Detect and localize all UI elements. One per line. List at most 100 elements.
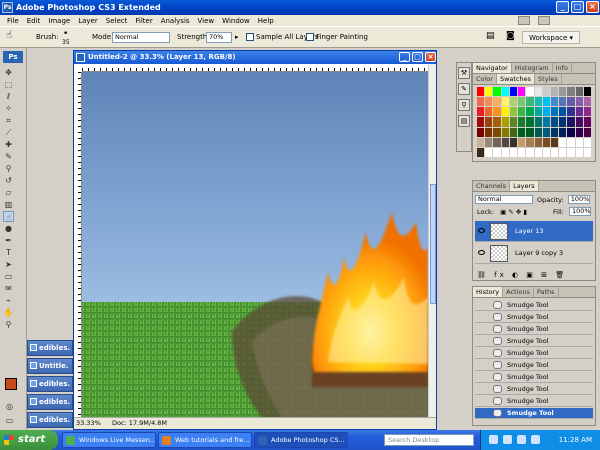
marquee-tool-icon[interactable]: ⬚ <box>3 79 14 90</box>
swatch[interactable] <box>477 147 485 157</box>
menu-image[interactable]: Image <box>44 17 74 25</box>
minimize-button[interactable]: _ <box>556 1 569 13</box>
blend-mode-select[interactable]: Normal <box>475 195 533 204</box>
vertical-scrollbar[interactable] <box>428 64 436 418</box>
history-item[interactable]: Smudge Tool <box>475 372 593 383</box>
swatch[interactable] <box>583 117 591 127</box>
menu-select[interactable]: Select <box>102 17 132 25</box>
pen-tool-icon[interactable]: ✒ <box>3 235 14 246</box>
swatch[interactable] <box>501 127 509 137</box>
menu-edit[interactable]: Edit <box>23 17 45 25</box>
swatch[interactable] <box>567 87 575 97</box>
swatch[interactable] <box>575 127 583 137</box>
tray-icon[interactable] <box>517 435 526 444</box>
swatch[interactable] <box>518 137 526 147</box>
swatch[interactable] <box>485 147 493 157</box>
foreground-color[interactable] <box>5 378 17 390</box>
smudge-tool-preset-icon[interactable]: ☝ <box>6 30 12 41</box>
swatch[interactable] <box>534 147 542 157</box>
maximize-button[interactable]: □ <box>571 1 584 13</box>
doc-task-button[interactable]: edibles. <box>27 412 73 428</box>
start-button[interactable]: start <box>0 430 58 450</box>
zoom-level[interactable]: 33.33% <box>76 418 101 429</box>
swatch[interactable] <box>567 127 575 137</box>
swatch[interactable] <box>575 107 583 117</box>
layer-row[interactable]: Layer 13 <box>475 221 593 242</box>
swatch[interactable] <box>485 107 493 117</box>
tablet-icon[interactable]: ◙ <box>506 31 515 41</box>
history-item[interactable]: Smudge Tool <box>475 336 593 347</box>
swatch[interactable] <box>526 97 534 107</box>
menu-file[interactable]: File <box>3 17 23 25</box>
lasso-tool-icon[interactable]: ℓ <box>3 91 14 102</box>
tray-icon[interactable] <box>489 435 498 444</box>
swatch[interactable] <box>501 117 509 127</box>
camera-icon[interactable] <box>538 16 550 25</box>
swatch[interactable] <box>583 147 591 157</box>
history-item[interactable]: Smudge Tool <box>475 348 593 359</box>
swatch[interactable] <box>493 107 501 117</box>
sample-all-layers-checkbox[interactable] <box>246 33 254 41</box>
swatch[interactable] <box>518 97 526 107</box>
swatch[interactable] <box>559 127 567 137</box>
path-selection-tool-icon[interactable]: ➤ <box>3 259 14 270</box>
swatch[interactable] <box>542 127 550 137</box>
screen-mode-icon[interactable]: ▭ <box>4 415 15 426</box>
tab-styles[interactable]: Styles <box>535 74 562 84</box>
menu-filter[interactable]: Filter <box>131 17 156 25</box>
swatch[interactable] <box>534 87 542 97</box>
swatch[interactable] <box>559 147 567 157</box>
swatch[interactable] <box>518 117 526 127</box>
swatch[interactable] <box>567 147 575 157</box>
swatch[interactable] <box>583 97 591 107</box>
swatch[interactable] <box>534 127 542 137</box>
swatch[interactable] <box>477 137 485 147</box>
swatch[interactable] <box>559 107 567 117</box>
layer-comps-icon[interactable]: ▤ <box>458 115 470 127</box>
history-brush-tool-icon[interactable]: ↺ <box>3 175 14 186</box>
brush-tool-icon[interactable]: ✎ <box>3 151 14 162</box>
menu-analysis[interactable]: Analysis <box>157 17 194 25</box>
menu-help[interactable]: Help <box>254 17 278 25</box>
swatch[interactable] <box>485 137 493 147</box>
workspace-menu[interactable]: Workspace ▾ <box>522 31 580 44</box>
swatch[interactable] <box>542 147 550 157</box>
strength-dropdown-icon[interactable]: ▸ <box>235 33 239 41</box>
doc-maximize-button[interactable]: □ <box>412 52 423 62</box>
menu-layer[interactable]: Layer <box>74 17 102 25</box>
zoom-tool-icon[interactable]: ⚲ <box>3 319 14 330</box>
tab-actions[interactable]: Actions <box>503 287 534 297</box>
swatch[interactable] <box>477 117 485 127</box>
doc-minimize-button[interactable]: _ <box>399 52 410 62</box>
tab-info[interactable]: Info <box>553 63 572 73</box>
swatch[interactable] <box>526 127 534 137</box>
layer-row[interactable]: Layer 9 copy 3 <box>475 243 593 264</box>
swatch[interactable] <box>493 127 501 137</box>
swatch[interactable] <box>526 87 534 97</box>
swatch[interactable] <box>567 97 575 107</box>
swatch[interactable] <box>567 137 575 147</box>
swatch[interactable] <box>501 97 509 107</box>
layer-actions-bar[interactable]: ⛓ fx ◐ ▣ ⊞ 🗑 <box>477 271 567 279</box>
clone-stamp-tool-icon[interactable]: ⚲ <box>3 163 14 174</box>
tab-history[interactable]: History <box>473 287 504 297</box>
swatch[interactable] <box>509 117 518 127</box>
close-button[interactable]: × <box>586 1 599 13</box>
menu-window[interactable]: Window <box>218 17 254 25</box>
swatch[interactable] <box>583 87 591 97</box>
tab-histogram[interactable]: Histogram <box>512 63 553 73</box>
swatch[interactable] <box>583 137 591 147</box>
swatch[interactable] <box>550 117 559 127</box>
swatch-grid[interactable] <box>477 87 591 157</box>
slice-tool-icon[interactable]: ⟋ <box>3 127 14 138</box>
document-size-info[interactable]: Doc: 17.9M/4.8M <box>112 418 167 429</box>
eye-icon[interactable] <box>478 250 485 255</box>
hand-tool-icon[interactable]: ✋ <box>3 307 14 318</box>
brush-preview-icon[interactable]: • <box>63 29 68 39</box>
swatch[interactable] <box>575 137 583 147</box>
swatch[interactable] <box>518 127 526 137</box>
swatch[interactable] <box>501 107 509 117</box>
tab-channels[interactable]: Channels <box>473 181 511 191</box>
swatch[interactable] <box>542 87 550 97</box>
history-item[interactable]: Smudge Tool <box>475 408 593 419</box>
